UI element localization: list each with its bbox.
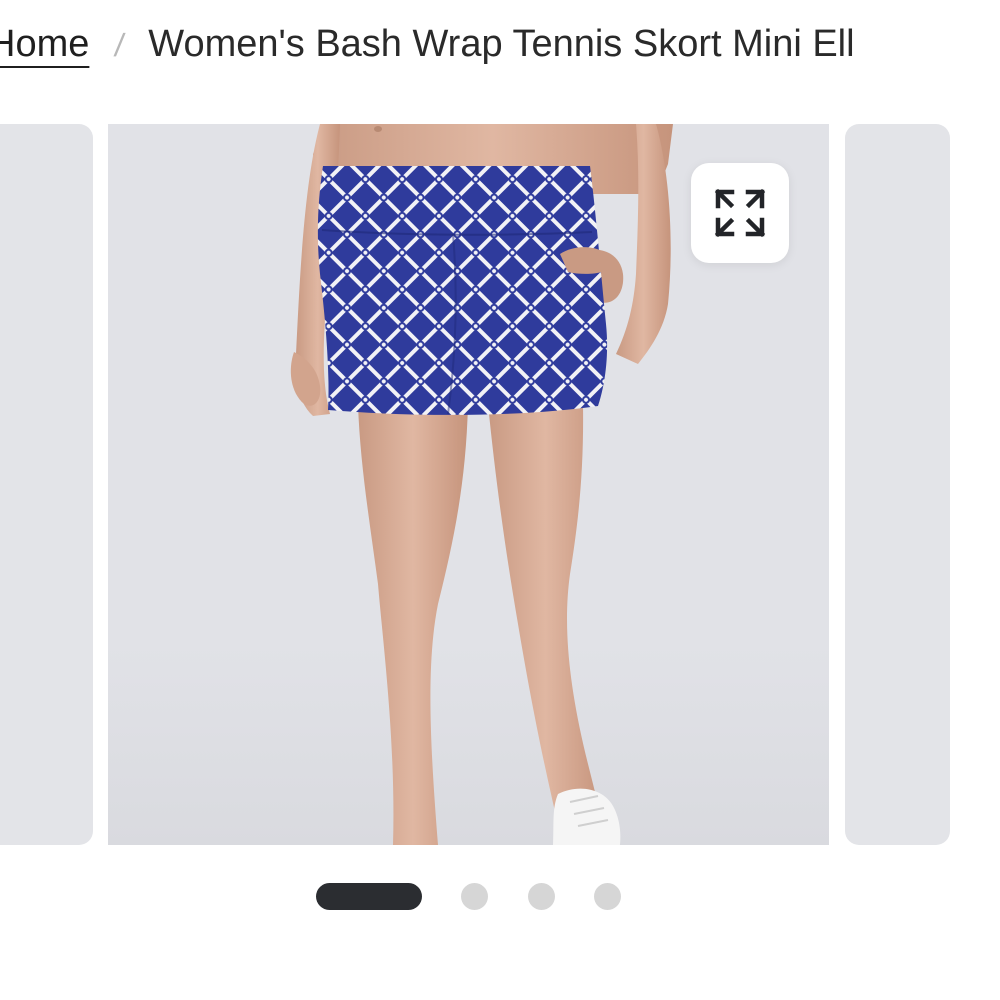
gallery-slide-next[interactable] (845, 124, 950, 845)
pagination-dot-4[interactable] (594, 883, 621, 910)
breadcrumb-home-link[interactable]: Home (0, 23, 89, 65)
breadcrumb-separator: / (112, 27, 127, 63)
gallery-slide-previous[interactable] (0, 124, 93, 845)
breadcrumb-fade (890, 0, 1000, 100)
pagination-dot-3[interactable] (528, 883, 555, 910)
breadcrumb-current-page: Women's Bash Wrap Tennis Skort Mini Ell (148, 23, 855, 65)
expand-image-button[interactable] (691, 163, 789, 263)
breadcrumb: Home / Women's Bash Wrap Tennis Skort Mini… (0, 0, 1000, 100)
gallery-pagination (0, 883, 1000, 911)
expand-arrows-icon (714, 188, 766, 238)
pagination-dot-2[interactable] (461, 883, 488, 910)
next-slide-image (845, 124, 950, 845)
gallery-slide-main[interactable] (108, 124, 829, 845)
pagination-dot-1[interactable] (316, 883, 422, 910)
